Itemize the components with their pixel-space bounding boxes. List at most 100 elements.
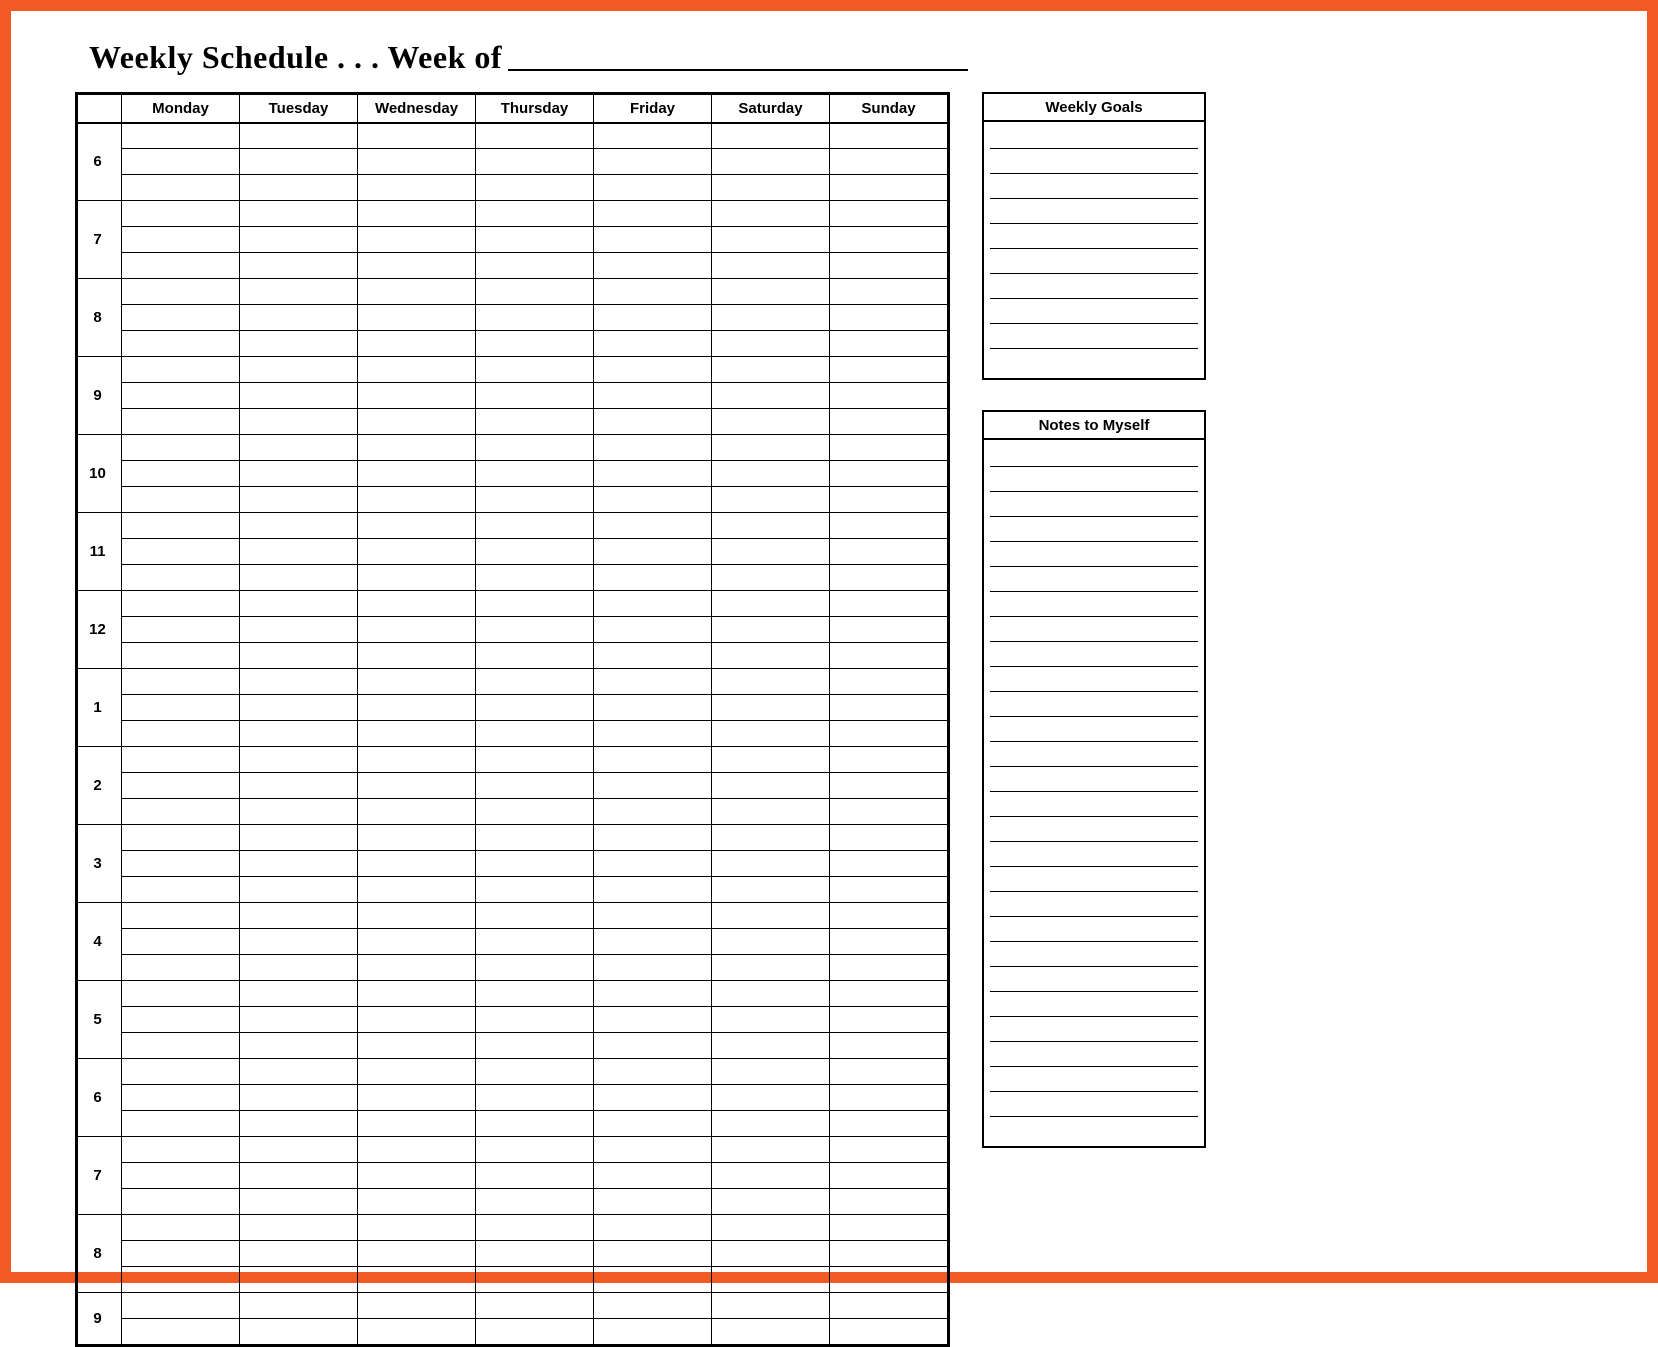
- schedule-cell: [358, 1085, 476, 1111]
- schedule-cell: [240, 825, 358, 851]
- schedule-cell: [240, 981, 358, 1007]
- time-label: 8: [78, 1215, 122, 1293]
- schedule-cell: [594, 669, 712, 695]
- schedule-cell: [594, 1137, 712, 1163]
- schedule-cell: [122, 929, 240, 955]
- schedule-cell: [712, 487, 830, 513]
- schedule-cell: [594, 409, 712, 435]
- schedule-cell: [830, 721, 948, 747]
- schedule-cell: [358, 435, 476, 461]
- schedule-cell: [358, 1189, 476, 1215]
- schedule-cell: [476, 877, 594, 903]
- schedule-row: 10: [78, 435, 948, 461]
- schedule-cell: [594, 1059, 712, 1085]
- schedule-cell: [358, 747, 476, 773]
- schedule-cell: [240, 929, 358, 955]
- schedule-cell: [358, 1215, 476, 1241]
- page-title: Weekly Schedule . . . Week of: [89, 39, 502, 76]
- note-line: [990, 1017, 1198, 1042]
- schedule-cell: [240, 903, 358, 929]
- schedule-cell: [594, 721, 712, 747]
- schedule-row: 3: [78, 825, 948, 851]
- schedule-cell: [358, 773, 476, 799]
- schedule-cell: [476, 409, 594, 435]
- schedule-row: 1: [78, 669, 948, 695]
- schedule-cell: [830, 539, 948, 565]
- schedule-cell: [476, 461, 594, 487]
- note-line: [990, 617, 1198, 642]
- schedule-cell: [712, 877, 830, 903]
- schedule-cell: [358, 227, 476, 253]
- schedule-cell: [122, 435, 240, 461]
- schedule-cell: [476, 643, 594, 669]
- schedule-cell: [712, 253, 830, 279]
- schedule-cell: [830, 357, 948, 383]
- schedule-cell: [712, 981, 830, 1007]
- schedule-cell: [594, 487, 712, 513]
- schedule-cell: [712, 383, 830, 409]
- schedule-cell: [712, 643, 830, 669]
- schedule-cell: [830, 1137, 948, 1163]
- schedule-cell: [358, 305, 476, 331]
- schedule-cell: [712, 1033, 830, 1059]
- schedule-cell: [358, 123, 476, 149]
- schedule-cell: [712, 539, 830, 565]
- schedule-cell: [712, 799, 830, 825]
- week-of-blank-line: [508, 69, 968, 71]
- schedule-cell: [122, 1111, 240, 1137]
- note-line: [990, 767, 1198, 792]
- schedule-cell: [476, 149, 594, 175]
- header-monday: Monday: [122, 95, 240, 123]
- schedule-cell: [122, 747, 240, 773]
- schedule-cell: [122, 1085, 240, 1111]
- schedule-cell: [358, 539, 476, 565]
- schedule-row: 12: [78, 591, 948, 617]
- schedule-cell: [122, 149, 240, 175]
- schedule-cell: [476, 799, 594, 825]
- goal-line: [990, 124, 1198, 149]
- document-frame: Weekly Schedule . . . Week of Monday Tue…: [0, 0, 1658, 1283]
- schedule-cell: [594, 1293, 712, 1319]
- schedule-cell: [830, 123, 948, 149]
- schedule-cell: [240, 721, 358, 747]
- time-label: 11: [78, 513, 122, 591]
- schedule-cell: [240, 851, 358, 877]
- schedule-cell: [712, 929, 830, 955]
- schedule-row: [78, 617, 948, 643]
- schedule-cell: [594, 1319, 712, 1345]
- schedule-cell: [594, 305, 712, 331]
- weekly-goals-lines: [984, 122, 1204, 378]
- note-line: [990, 642, 1198, 667]
- schedule-cell: [122, 1059, 240, 1085]
- note-line: [990, 892, 1198, 917]
- schedule-row: [78, 955, 948, 981]
- schedule-cell: [122, 279, 240, 305]
- note-line: [990, 1067, 1198, 1092]
- schedule-cell: [122, 799, 240, 825]
- schedule-cell: [594, 1085, 712, 1111]
- schedule-cell: [830, 825, 948, 851]
- schedule-cell: [122, 513, 240, 539]
- schedule-cell: [240, 383, 358, 409]
- note-line: [990, 517, 1198, 542]
- schedule-cell: [830, 461, 948, 487]
- note-line: [990, 992, 1198, 1017]
- header-blank: [78, 95, 122, 123]
- schedule-row: 6: [78, 123, 948, 149]
- schedule-cell: [240, 175, 358, 201]
- schedule-cell: [358, 175, 476, 201]
- goal-line: [990, 324, 1198, 349]
- schedule-cell: [122, 1215, 240, 1241]
- schedule-row: [78, 305, 948, 331]
- schedule-cell: [712, 591, 830, 617]
- note-line: [990, 792, 1198, 817]
- schedule-cell: [830, 1319, 948, 1345]
- schedule-cell: [712, 409, 830, 435]
- time-label: 12: [78, 591, 122, 669]
- schedule-cell: [358, 1007, 476, 1033]
- schedule-cell: [358, 669, 476, 695]
- schedule-cell: [712, 149, 830, 175]
- schedule-cell: [594, 877, 712, 903]
- schedule-cell: [594, 981, 712, 1007]
- schedule-cell: [476, 201, 594, 227]
